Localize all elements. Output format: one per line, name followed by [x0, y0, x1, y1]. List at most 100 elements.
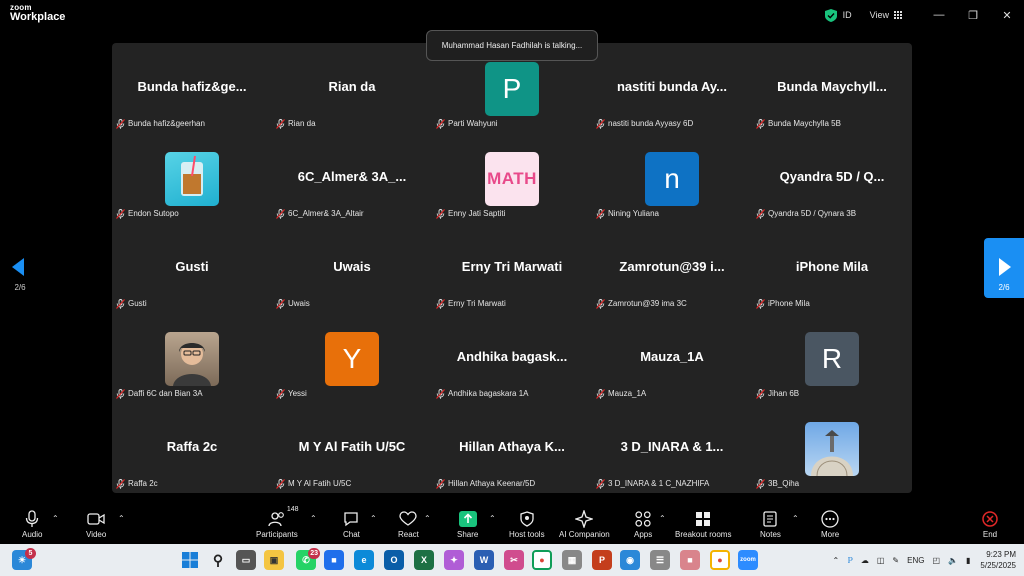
- network-icon[interactable]: ◫: [877, 556, 885, 565]
- participant-avatar-dome-photo: [805, 422, 859, 476]
- active-app-icon[interactable]: ■: [680, 550, 700, 570]
- search-icon[interactable]: ⚲: [208, 550, 228, 570]
- apps-button[interactable]: Apps: [634, 509, 652, 539]
- participant-tile[interactable]: Uwais Uwais: [272, 223, 432, 313]
- chrome-profile-icon[interactable]: ●: [710, 550, 730, 570]
- participant-name-label: Endon Sutopo: [116, 208, 179, 219]
- powerpoint-icon[interactable]: P: [592, 550, 612, 570]
- apps-options-caret[interactable]: ⌃: [659, 514, 666, 523]
- participant-tile[interactable]: nastiti bunda Ay... nastiti bunda Ayyasy …: [592, 43, 752, 133]
- participant-tile[interactable]: Bunda hafiz&ge... Bunda hafiz&geerhan: [112, 43, 272, 133]
- host-tools-button[interactable]: Host tools: [509, 509, 545, 539]
- participant-avatar-math-graphic: MATH: [485, 152, 539, 206]
- share-button[interactable]: Share: [457, 509, 478, 539]
- participant-tile[interactable]: Erny Tri Marwati Erny Tri Marwati: [432, 223, 592, 313]
- word-icon[interactable]: W: [474, 550, 494, 570]
- participant-name-text: Enny Jati Saptiti: [448, 209, 506, 218]
- participant-tile[interactable]: Hillan Athaya K... Hillan Athaya Keenar/5…: [432, 403, 592, 493]
- video-button[interactable]: Video: [86, 509, 106, 539]
- weather-widget-icon[interactable]: ☀ 5: [12, 548, 36, 570]
- participant-tile[interactable]: Daffi 6C dan Bian 3A: [112, 313, 272, 403]
- participant-tile[interactable]: Bunda Maychyll... Bunda Maychylla 5B: [752, 43, 912, 133]
- outlook-icon[interactable]: O: [384, 550, 404, 570]
- bluetooth-icon[interactable]: ℙ: [847, 556, 853, 565]
- start-button[interactable]: [180, 550, 200, 570]
- next-page-button[interactable]: 2/6: [984, 238, 1024, 298]
- participant-tile[interactable]: Zamrotun@39 i... Zamrotun@39 ima 3C: [592, 223, 752, 313]
- volume-icon[interactable]: 🔈: [948, 556, 958, 565]
- react-options-caret[interactable]: ⌃: [424, 514, 431, 523]
- copilot-icon[interactable]: ✦: [444, 550, 464, 570]
- minimize-button[interactable]: —: [922, 0, 956, 30]
- participant-name-label: Uwais: [276, 298, 310, 309]
- onedrive-icon[interactable]: ☁: [861, 556, 869, 565]
- store-icon[interactable]: ■: [324, 550, 344, 570]
- muted-mic-icon: [756, 388, 765, 399]
- meeting-id-label[interactable]: ID: [843, 10, 852, 20]
- previous-page-button[interactable]: 2/6: [0, 238, 40, 298]
- snipping-tool-icon[interactable]: ✂: [504, 550, 524, 570]
- language-indicator[interactable]: ENG: [907, 556, 924, 565]
- math-graphic-text: MATH: [487, 169, 537, 188]
- close-window-button[interactable]: ✕: [990, 0, 1024, 30]
- participant-tile[interactable]: iPhone Mila iPhone Mila: [752, 223, 912, 313]
- battery-icon[interactable]: ▮: [966, 556, 970, 565]
- app-icon[interactable]: ▦: [562, 550, 582, 570]
- system-tray: ⌃ ℙ ☁ ◫ ✎ ENG ◰ 🔈 ▮ 9:23 PM 5/25/2025: [825, 548, 1016, 572]
- participant-name-label: iPhone Mila: [756, 298, 810, 309]
- end-meeting-button[interactable]: End: [982, 509, 998, 539]
- notepad-icon[interactable]: ☰: [650, 550, 670, 570]
- muted-mic-icon: [276, 208, 285, 219]
- sparkle-icon: [575, 510, 594, 528]
- participant-name-label: Daffi 6C dan Bian 3A: [116, 388, 203, 399]
- react-button[interactable]: React: [398, 509, 419, 539]
- participant-tile[interactable]: Endon Sutopo: [112, 133, 272, 223]
- file-explorer-icon[interactable]: ▣: [264, 550, 284, 570]
- participant-tile[interactable]: 6C_Almer& 3A_... 6C_Almer& 3A_Altair: [272, 133, 432, 223]
- ai-companion-button[interactable]: AI Companion: [559, 509, 610, 539]
- more-button[interactable]: More: [821, 509, 839, 539]
- notes-options-caret[interactable]: ⌃: [792, 514, 799, 523]
- share-options-caret[interactable]: ⌃: [489, 514, 496, 523]
- clock[interactable]: 9:23 PM 5/25/2025: [980, 549, 1016, 571]
- participant-tile[interactable]: n Nining Yuliana: [592, 133, 752, 223]
- participant-tile[interactable]: Gusti Gusti: [112, 223, 272, 313]
- participants-options-caret[interactable]: ⌃: [310, 514, 317, 523]
- participant-name-label: Jihan 6B: [756, 388, 799, 399]
- participant-tile[interactable]: Mauza_1A Mauza_1A: [592, 313, 752, 403]
- participant-tile[interactable]: 3B_Qiha: [752, 403, 912, 493]
- breakout-rooms-button[interactable]: Breakout rooms: [675, 509, 731, 539]
- chat-options-caret[interactable]: ⌃: [370, 514, 377, 523]
- shield-check-icon[interactable]: [824, 8, 837, 22]
- participant-tile[interactable]: MATH Enny Jati Saptiti: [432, 133, 592, 223]
- participant-name-text: Raffa 2c: [128, 479, 158, 488]
- photos-icon[interactable]: ◉: [620, 550, 640, 570]
- participant-tile[interactable]: Rian da Rian da: [272, 43, 432, 133]
- participant-tile[interactable]: R Jihan 6B: [752, 313, 912, 403]
- zoom-taskbar-icon[interactable]: zoom: [738, 550, 758, 570]
- participant-avatar-drink-photo: [165, 152, 219, 206]
- video-options-caret[interactable]: ⌃: [118, 514, 125, 523]
- excel-icon[interactable]: X: [414, 550, 434, 570]
- edge-icon[interactable]: e: [354, 550, 374, 570]
- participant-tile[interactable]: Qyandra 5D / Q... Qyandra 5D / Qynara 3B: [752, 133, 912, 223]
- show-hidden-icons-icon[interactable]: ⌃: [833, 556, 840, 565]
- participant-tile[interactable]: 3 D_INARA & 1... 3 D_INARA & 1 C_NAZHIFA: [592, 403, 752, 493]
- chrome-icon[interactable]: ●: [532, 550, 552, 570]
- audio-options-caret[interactable]: ⌃: [52, 514, 59, 523]
- view-button[interactable]: View: [870, 10, 902, 20]
- pen-icon[interactable]: ✎: [892, 556, 899, 565]
- participant-tile[interactable]: Andhika bagask... Andhika bagaskara 1A: [432, 313, 592, 403]
- restore-button[interactable]: ❐: [956, 0, 990, 30]
- participant-tile[interactable]: M Y Al Fatih U/5C M Y Al Fatih U/5C: [272, 403, 432, 493]
- whatsapp-icon[interactable]: ✆ 23: [296, 548, 320, 570]
- chat-button[interactable]: Chat: [343, 509, 360, 539]
- notes-button[interactable]: Notes: [760, 509, 781, 539]
- participant-tile[interactable]: Raffa 2c Raffa 2c: [112, 403, 272, 493]
- grid-icon: [894, 11, 902, 19]
- wifi-icon[interactable]: ◰: [932, 556, 940, 565]
- participants-button[interactable]: 148 Participants: [256, 506, 299, 539]
- participant-tile[interactable]: Y Yessi: [272, 313, 432, 403]
- task-view-icon[interactable]: ▭: [236, 550, 256, 570]
- audio-button[interactable]: Audio: [22, 509, 42, 539]
